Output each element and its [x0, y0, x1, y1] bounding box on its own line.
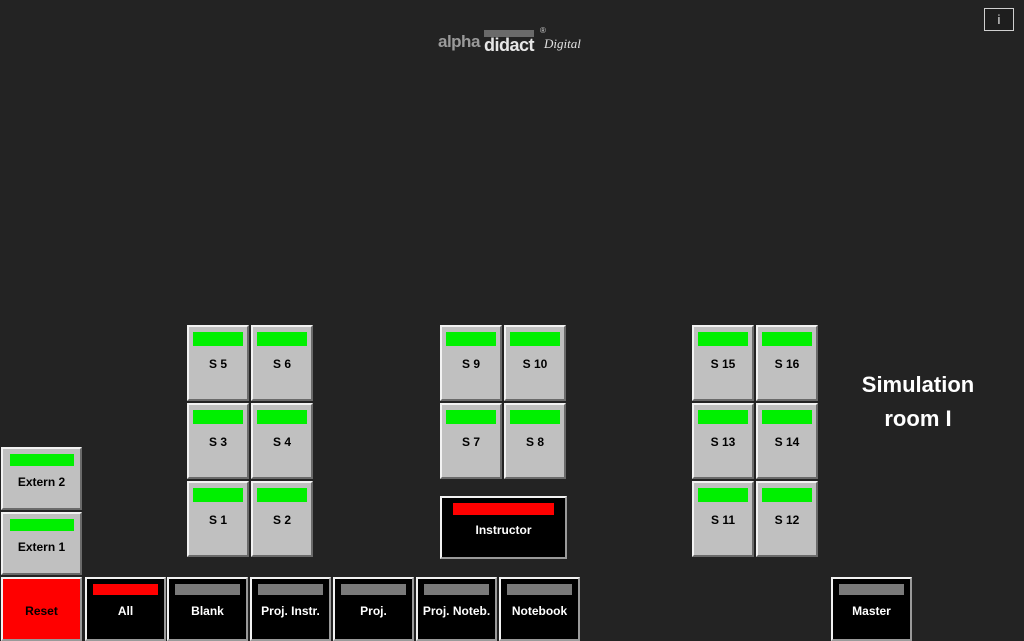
button-label: Proj. Instr.	[261, 604, 320, 618]
status-indicator	[193, 332, 243, 346]
all-button[interactable]: All	[85, 577, 166, 641]
logo-alpha: alpha	[438, 32, 480, 51]
status-indicator	[453, 503, 554, 515]
status-indicator	[258, 584, 323, 595]
status-indicator	[510, 332, 560, 346]
button-label: Proj.	[360, 604, 387, 618]
button-label: Master	[852, 604, 891, 618]
status-indicator	[193, 488, 243, 502]
status-indicator	[257, 488, 307, 502]
status-indicator	[424, 584, 489, 595]
station-s6-button[interactable]: S 6	[251, 325, 313, 401]
station-label: S 12	[774, 513, 800, 527]
station-s14-button[interactable]: S 14	[756, 403, 818, 479]
station-s8-button[interactable]: S 8	[504, 403, 566, 479]
control-panel: alpha didact ® Digital i S 5 S 6 S 3 S 4…	[0, 0, 1024, 641]
proj-instr-button[interactable]: Proj. Instr.	[250, 577, 331, 641]
logo-didact: didact	[484, 30, 535, 54]
status-indicator	[446, 332, 496, 346]
extern-label: Extern 1	[17, 540, 66, 554]
logo-registered: ®	[540, 26, 546, 35]
station-s3-button[interactable]: S 3	[187, 403, 249, 479]
button-label: Notebook	[511, 604, 568, 618]
button-label: Reset	[25, 604, 58, 618]
status-indicator	[698, 332, 748, 346]
info-button[interactable]: i	[984, 8, 1014, 31]
station-s9-button[interactable]: S 9	[440, 325, 502, 401]
status-indicator	[698, 488, 748, 502]
station-label: S 10	[522, 357, 548, 371]
button-label: All	[117, 604, 134, 618]
status-indicator	[762, 488, 812, 502]
status-indicator	[10, 519, 74, 531]
station-label: S 5	[208, 357, 227, 371]
status-indicator	[446, 410, 496, 424]
extern-label: Extern 2	[17, 475, 66, 489]
station-s12-button[interactable]: S 12	[756, 481, 818, 557]
reset-button[interactable]: Reset	[1, 577, 82, 641]
room-title-line2: room I	[884, 406, 952, 431]
station-s13-button[interactable]: S 13	[692, 403, 754, 479]
status-indicator	[257, 332, 307, 346]
status-indicator	[762, 332, 812, 346]
station-label: S 4	[272, 435, 291, 449]
logo-digital: Digital	[544, 36, 581, 51]
station-label: S 14	[774, 435, 800, 449]
station-label: S 6	[272, 357, 291, 371]
status-indicator	[257, 410, 307, 424]
instructor-label: Instructor	[475, 523, 532, 537]
master-button[interactable]: Master	[831, 577, 912, 641]
button-label: Proj. Noteb.	[422, 604, 491, 618]
station-s1-button[interactable]: S 1	[187, 481, 249, 557]
status-indicator	[10, 454, 74, 466]
button-label: Blank	[191, 604, 224, 618]
station-s16-button[interactable]: S 16	[756, 325, 818, 401]
station-label: S 1	[208, 513, 227, 527]
station-s15-button[interactable]: S 15	[692, 325, 754, 401]
blank-button[interactable]: Blank	[167, 577, 248, 641]
station-s5-button[interactable]: S 5	[187, 325, 249, 401]
status-indicator	[507, 584, 572, 595]
status-indicator	[762, 410, 812, 424]
status-indicator	[193, 410, 243, 424]
proj-noteb-button[interactable]: Proj. Noteb.	[416, 577, 497, 641]
room-title-line1: Simulation	[861, 372, 975, 397]
station-label: S 8	[525, 435, 544, 449]
station-label: S 11	[710, 513, 736, 527]
alphadidact-logo: alpha didact ® Digital	[436, 26, 588, 54]
station-label: S 7	[461, 435, 480, 449]
station-s11-button[interactable]: S 11	[692, 481, 754, 557]
instructor-button[interactable]: Instructor	[440, 496, 567, 559]
station-label: S 16	[774, 357, 800, 371]
status-indicator	[698, 410, 748, 424]
station-label: S 15	[710, 357, 736, 371]
station-label: S 2	[272, 513, 291, 527]
status-indicator	[839, 584, 904, 595]
station-label: S 9	[461, 357, 480, 371]
status-indicator	[175, 584, 240, 595]
extern-1-button[interactable]: Extern 1	[1, 512, 82, 575]
station-label: S 3	[208, 435, 227, 449]
proj-button[interactable]: Proj.	[333, 577, 414, 641]
station-s4-button[interactable]: S 4	[251, 403, 313, 479]
station-s2-button[interactable]: S 2	[251, 481, 313, 557]
status-indicator	[93, 584, 158, 595]
extern-2-button[interactable]: Extern 2	[1, 447, 82, 510]
station-s7-button[interactable]: S 7	[440, 403, 502, 479]
room-title: Simulation room I	[836, 368, 1000, 436]
station-label: S 13	[710, 435, 736, 449]
status-indicator	[510, 410, 560, 424]
notebook-button[interactable]: Notebook	[499, 577, 580, 641]
station-s10-button[interactable]: S 10	[504, 325, 566, 401]
status-indicator	[341, 584, 406, 595]
